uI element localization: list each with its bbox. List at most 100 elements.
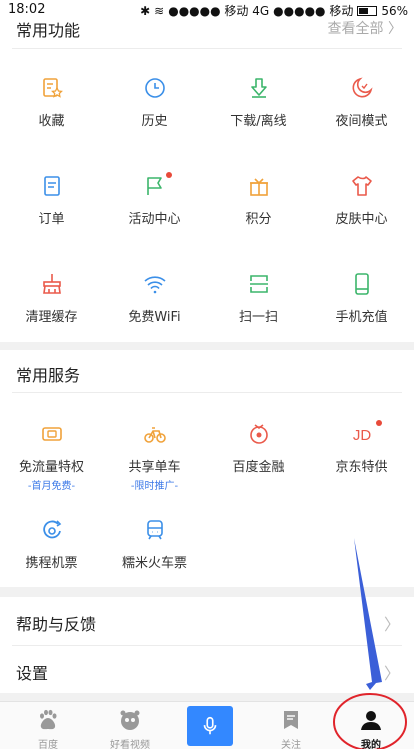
func-label: 收藏 (38, 114, 65, 129)
section-title-services: 常用服务 (16, 366, 81, 385)
tab-label: 百度 (38, 740, 58, 749)
func-label: 皮肤中心 (335, 212, 388, 227)
history-clock-icon (145, 78, 165, 98)
phone-icon (355, 273, 369, 295)
video-mascot-icon (120, 710, 140, 730)
battery-fill (359, 7, 369, 14)
func-label: 免费WiFi (128, 310, 181, 325)
night-mode-icon (352, 77, 373, 98)
service-jd-special[interactable]: JD 京东特供 (310, 420, 413, 502)
tab-baidu[interactable]: 百度 (7, 702, 89, 749)
func-download[interactable]: 下载/离线 (207, 76, 310, 156)
func-favorite[interactable]: 收藏 (0, 76, 103, 156)
ctrip-icon (43, 520, 62, 539)
func-skin-center[interactable]: 皮肤中心 (310, 174, 413, 254)
service-ctrip-flights[interactable]: 携程机票 (0, 518, 103, 598)
func-phone-recharge[interactable]: 手机充值 (310, 272, 413, 352)
settings-label: 设置 (16, 664, 49, 683)
service-sublabel: -首月免费- (27, 481, 76, 492)
tab-label: 我的 (361, 740, 381, 749)
func-history[interactable]: 历史 (103, 76, 206, 156)
broom-icon (43, 274, 61, 294)
func-label: 夜间模式 (335, 114, 388, 129)
help-feedback-label: 帮助与反馈 (16, 615, 97, 634)
func-label: 清理缓存 (25, 310, 78, 325)
view-all-label: 查看全部 (327, 21, 384, 37)
func-label: 下载/离线 (230, 114, 287, 129)
func-label: 积分 (245, 212, 272, 227)
user-icon (361, 711, 381, 730)
notification-dot (376, 420, 382, 426)
chevron-right-icon: 〉 (383, 615, 400, 634)
carrier-1: ●●●●● 移动 4G (168, 4, 270, 18)
baidu-paw-icon (40, 709, 57, 730)
order-icon (44, 176, 60, 196)
service-label: 糯米火车票 (121, 556, 187, 571)
service-shared-bike[interactable]: 共享单车 -限时推广- (103, 422, 206, 502)
func-label: 手机充值 (335, 310, 388, 325)
download-icon (251, 78, 267, 98)
service-data-privilege[interactable]: 免流量特权 -首月免费- (0, 422, 103, 502)
status-bar: 18:02 ✱ ≋ ●●●●● 移动 4G ●●●●● 移动 56% (0, 0, 414, 20)
voice-search-button[interactable] (187, 706, 233, 746)
tab-label: 关注 (281, 740, 301, 749)
chevron-right-icon: 〉 (388, 21, 402, 37)
func-night-mode[interactable]: 夜间模式 (310, 76, 413, 156)
page: 18:02 ✱ ≋ ●●●●● 移动 4G ●●●●● 移动 56% 常用功能 … (0, 0, 414, 749)
favorite-icon (43, 78, 63, 98)
divider (12, 392, 402, 393)
service-sublabel: -限时推广- (130, 481, 179, 492)
func-order[interactable]: 订单 (0, 174, 103, 254)
func-scan[interactable]: 扫一扫 (207, 272, 310, 352)
settings-row[interactable]: 设置 〉 (0, 646, 414, 694)
notification-dot (166, 172, 172, 178)
finance-icon (250, 424, 268, 444)
service-label: 携程机票 (25, 556, 78, 571)
func-label: 订单 (38, 212, 65, 227)
bluetooth-icon: ✱ (140, 3, 151, 18)
bookmark-icon (284, 711, 298, 729)
shirt-icon (352, 176, 372, 196)
tab-haokan-video[interactable]: 好看视频 (89, 702, 171, 749)
status-time: 18:02 (8, 2, 46, 17)
jd-icon: JD (353, 427, 372, 444)
data-privilege-icon (42, 427, 62, 441)
func-clear-cache[interactable]: 清理缓存 (0, 272, 103, 352)
svg-text:JD: JD (353, 427, 372, 444)
help-feedback-row[interactable]: 帮助与反馈 〉 (0, 597, 414, 645)
common-functions-card: 常用功能 查看全部 〉 收藏 历史 下载/离线 夜间模式 订单 活动中心 积分 … (0, 20, 414, 342)
section-title-functions: 常用功能 (16, 21, 81, 40)
service-nuomi-train[interactable]: 糯米火车票 (103, 518, 206, 598)
scan-icon (250, 275, 268, 293)
service-label: 共享单车 (128, 460, 181, 475)
chevron-right-icon: 〉 (383, 664, 400, 683)
func-free-wifi[interactable]: 免费WiFi (103, 272, 206, 352)
microphone-icon (203, 716, 217, 735)
func-label: 历史 (141, 114, 168, 129)
service-baidu-finance[interactable]: 百度金融 (207, 422, 310, 502)
battery-icon (357, 5, 378, 16)
carrier-2: ●●●●● 移动 (273, 4, 354, 18)
func-points[interactable]: 积分 (207, 174, 310, 254)
settings-card: 帮助与反馈 〉 设置 〉 (0, 597, 414, 693)
func-label: 扫一扫 (238, 310, 278, 325)
func-label: 活动中心 (128, 212, 181, 227)
status-right: ✱ ≋ ●●●●● 移动 4G ●●●●● 移动 56% (140, 2, 408, 19)
func-activity-center[interactable]: 活动中心 (103, 172, 206, 254)
tab-mine[interactable]: 我的 (330, 702, 412, 749)
tab-label: 好看视频 (110, 740, 150, 749)
train-icon (147, 520, 163, 540)
flag-icon (147, 177, 162, 195)
tab-follow[interactable]: 关注 (250, 702, 332, 749)
bicycle-icon (144, 427, 166, 443)
wifi-status-icon: ≋ (154, 3, 165, 18)
service-label: 百度金融 (232, 460, 285, 475)
service-label: 免流量特权 (18, 460, 84, 475)
common-services-card: 常用服务 免流量特权 -首月免费- 共享单车 -限时推广- 百度金融 JD 京东… (0, 350, 414, 587)
service-label: 京东特供 (335, 460, 388, 475)
view-all-link[interactable]: 查看全部 〉 (328, 18, 402, 38)
divider (12, 48, 402, 49)
gift-icon (250, 178, 268, 196)
wifi-icon (144, 276, 166, 294)
bottom-tab-bar: 百度 好看视频 关注 我的 (0, 701, 414, 749)
